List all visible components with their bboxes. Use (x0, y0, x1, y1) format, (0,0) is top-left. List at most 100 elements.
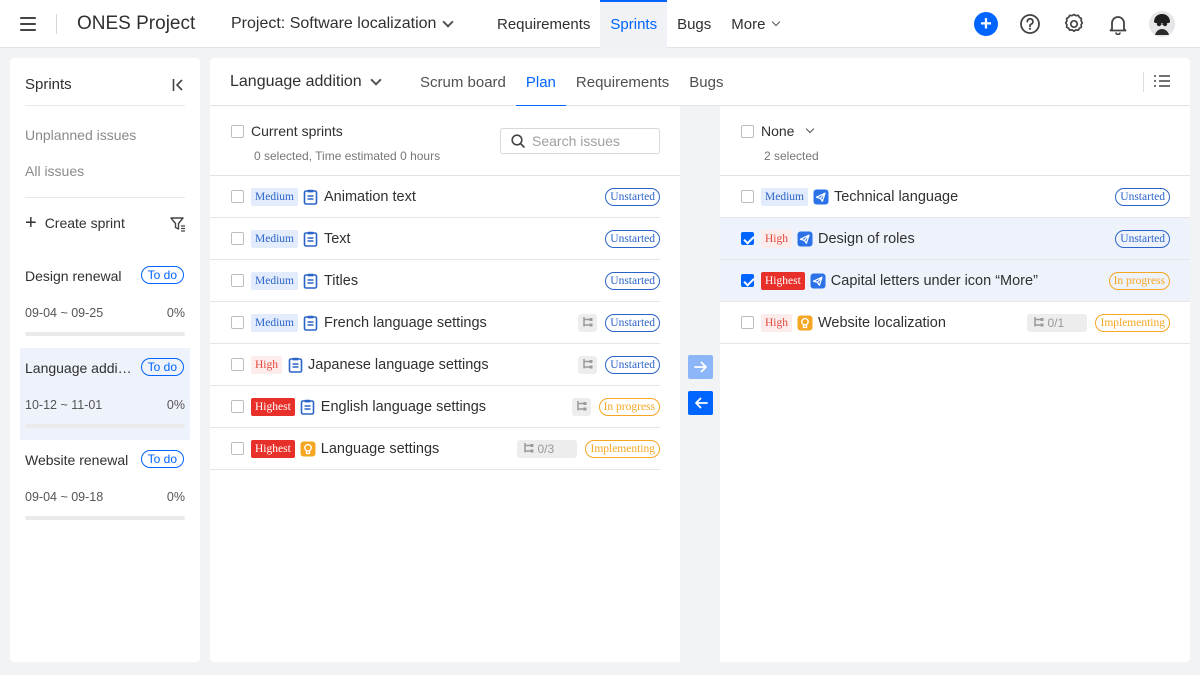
table-row[interactable]: Medium Animation text Unstarted (210, 176, 660, 218)
issue-list: Medium Animation text Unstarted Medium Text U… (210, 176, 680, 470)
issue-title[interactable]: Text (324, 231, 351, 247)
issue-title[interactable]: Design of roles (818, 231, 915, 247)
issue-title[interactable]: Capital letters under icon “More” (831, 273, 1038, 289)
tab-label: Sprints (610, 15, 658, 33)
subtask-chip[interactable]: 0/3 (517, 440, 578, 458)
table-row[interactable]: Highest English language settings In progr… (210, 386, 660, 428)
table-row[interactable]: Medium Technical language Unstarted (720, 176, 1190, 218)
settings-button[interactable] (1060, 10, 1088, 38)
status-badge[interactable]: In progress (1108, 272, 1170, 290)
main-content: Language addition Scrum board Plan Requi… (210, 58, 1190, 662)
notifications-button[interactable] (1104, 10, 1132, 38)
filter-icon[interactable] (170, 216, 186, 232)
row-checkbox[interactable] (741, 316, 754, 329)
select-all-none[interactable]: None (741, 123, 815, 139)
status-badge[interactable]: Unstarted (605, 188, 660, 206)
row-meta: In progress (1108, 260, 1170, 302)
row-checkbox[interactable] (231, 358, 244, 371)
tab-label: Scrum board (420, 73, 506, 91)
requirement-icon (303, 189, 319, 205)
row-checkbox[interactable] (231, 232, 244, 245)
sidebar-item-all-issues[interactable]: All issues (25, 163, 84, 179)
create-sprint-label: Create sprint (44, 215, 125, 231)
issue-title[interactable]: Titles (324, 273, 358, 289)
project-selector[interactable]: Project: Software localization (231, 15, 455, 33)
table-row[interactable]: High Japanese language settings Unstarted (210, 344, 660, 386)
row-checkbox[interactable] (741, 274, 754, 287)
sprint-item-website-renewal[interactable]: Website renewal To do 09-04 ~ 09-18 0% (20, 440, 190, 532)
help-button[interactable] (1016, 10, 1044, 38)
row-checkbox[interactable] (741, 232, 754, 245)
sprint-selector[interactable]: Language addition (230, 73, 382, 91)
collapse-left-icon[interactable] (172, 78, 184, 92)
tab-more[interactable]: More (721, 0, 789, 48)
table-row[interactable]: Medium French language settings Unstarted (210, 302, 660, 344)
list-view-icon[interactable] (1154, 74, 1170, 88)
add-button[interactable]: + (972, 10, 1000, 38)
priority-badge: Medium (251, 229, 298, 248)
subtask-chip[interactable] (571, 398, 591, 416)
table-row[interactable]: High Design of roles Unstarted (720, 218, 1190, 260)
tab-sprints[interactable]: Sprints (600, 0, 668, 48)
issue-title[interactable]: Language settings (321, 441, 440, 457)
tab-plan[interactable]: Plan (515, 58, 566, 107)
tab-bugs[interactable]: Bugs (679, 58, 733, 106)
status-badge[interactable]: Unstarted (605, 356, 660, 374)
table-row[interactable]: Medium Titles Unstarted (210, 260, 660, 302)
subtask-chip[interactable] (578, 356, 598, 374)
row-checkbox[interactable] (231, 316, 244, 329)
issue-title[interactable]: Animation text (324, 189, 416, 205)
chevron-down-icon (772, 17, 781, 27)
tab-requirements[interactable]: Requirements (487, 0, 600, 48)
priority-badge: Medium (761, 187, 808, 206)
issue-title[interactable]: English language settings (321, 399, 486, 415)
create-sprint-button[interactable]: + Create sprint (25, 213, 125, 233)
status-badge[interactable]: Unstarted (1115, 188, 1170, 206)
sidebar-item-unplanned[interactable]: Unplanned issues (25, 127, 136, 143)
status-badge[interactable]: In progress (598, 398, 660, 416)
table-row[interactable]: Highest Language settings 0/3 Implementing (210, 428, 660, 470)
tab-label: Bugs (677, 15, 712, 33)
checkbox[interactable] (231, 124, 244, 138)
status-badge[interactable]: Implementing (585, 440, 660, 458)
subtask-chip[interactable] (578, 314, 598, 332)
row-checkbox[interactable] (231, 442, 244, 455)
table-row[interactable]: Highest Capital letters under icon “More”… (720, 260, 1190, 302)
chevron-down-icon[interactable] (806, 124, 815, 134)
move-left-button[interactable] (688, 391, 713, 415)
issue-title[interactable]: Technical language (834, 189, 958, 205)
hamburger-icon[interactable] (20, 17, 36, 31)
row-checkbox[interactable] (231, 190, 244, 203)
search-input[interactable] (532, 133, 647, 149)
issue-title[interactable]: Website localization (818, 315, 946, 331)
search-box[interactable] (500, 128, 660, 154)
sprint-name: Website renewal (25, 452, 129, 468)
status-badge[interactable]: Unstarted (1115, 230, 1170, 248)
select-all-current[interactable]: Current sprints (231, 123, 343, 139)
avatar-button[interactable] (1148, 10, 1176, 38)
transfer-area (680, 106, 720, 662)
sprint-item-language-addition[interactable]: Language addition To do 10-12 ~ 11-01 0% (20, 348, 190, 440)
issue-title[interactable]: French language settings (324, 315, 487, 331)
status-badge[interactable]: Unstarted (605, 314, 660, 332)
checkbox[interactable] (741, 124, 754, 138)
task-icon (797, 231, 813, 247)
sprint-name: Language addition (25, 360, 135, 376)
tab-bugs[interactable]: Bugs (667, 0, 721, 48)
status-badge[interactable]: Implementing (1095, 314, 1170, 332)
subtask-chip[interactable]: 0/1 (1027, 314, 1088, 332)
row-checkbox[interactable] (231, 274, 244, 287)
tab-scrum-board[interactable]: Scrum board (410, 58, 516, 106)
status-badge[interactable]: Unstarted (605, 272, 660, 290)
table-row[interactable]: Medium Text Unstarted (210, 218, 660, 260)
tab-requirements[interactable]: Requirements (566, 58, 679, 106)
status-badge[interactable]: Unstarted (605, 230, 660, 248)
sprint-name: Design renewal (25, 268, 122, 284)
issue-title[interactable]: Japanese language settings (308, 357, 489, 373)
row-checkbox[interactable] (741, 190, 754, 203)
move-right-button[interactable] (688, 355, 713, 379)
row-checkbox[interactable] (231, 400, 244, 413)
table-row[interactable]: High Website localization 0/1 Implementing (720, 302, 1190, 344)
sprint-item-design-renewal[interactable]: Design renewal To do 09-04 ~ 09-25 0% (20, 256, 190, 348)
issue-list: Medium Technical language Unstarted High Des… (720, 176, 1190, 344)
